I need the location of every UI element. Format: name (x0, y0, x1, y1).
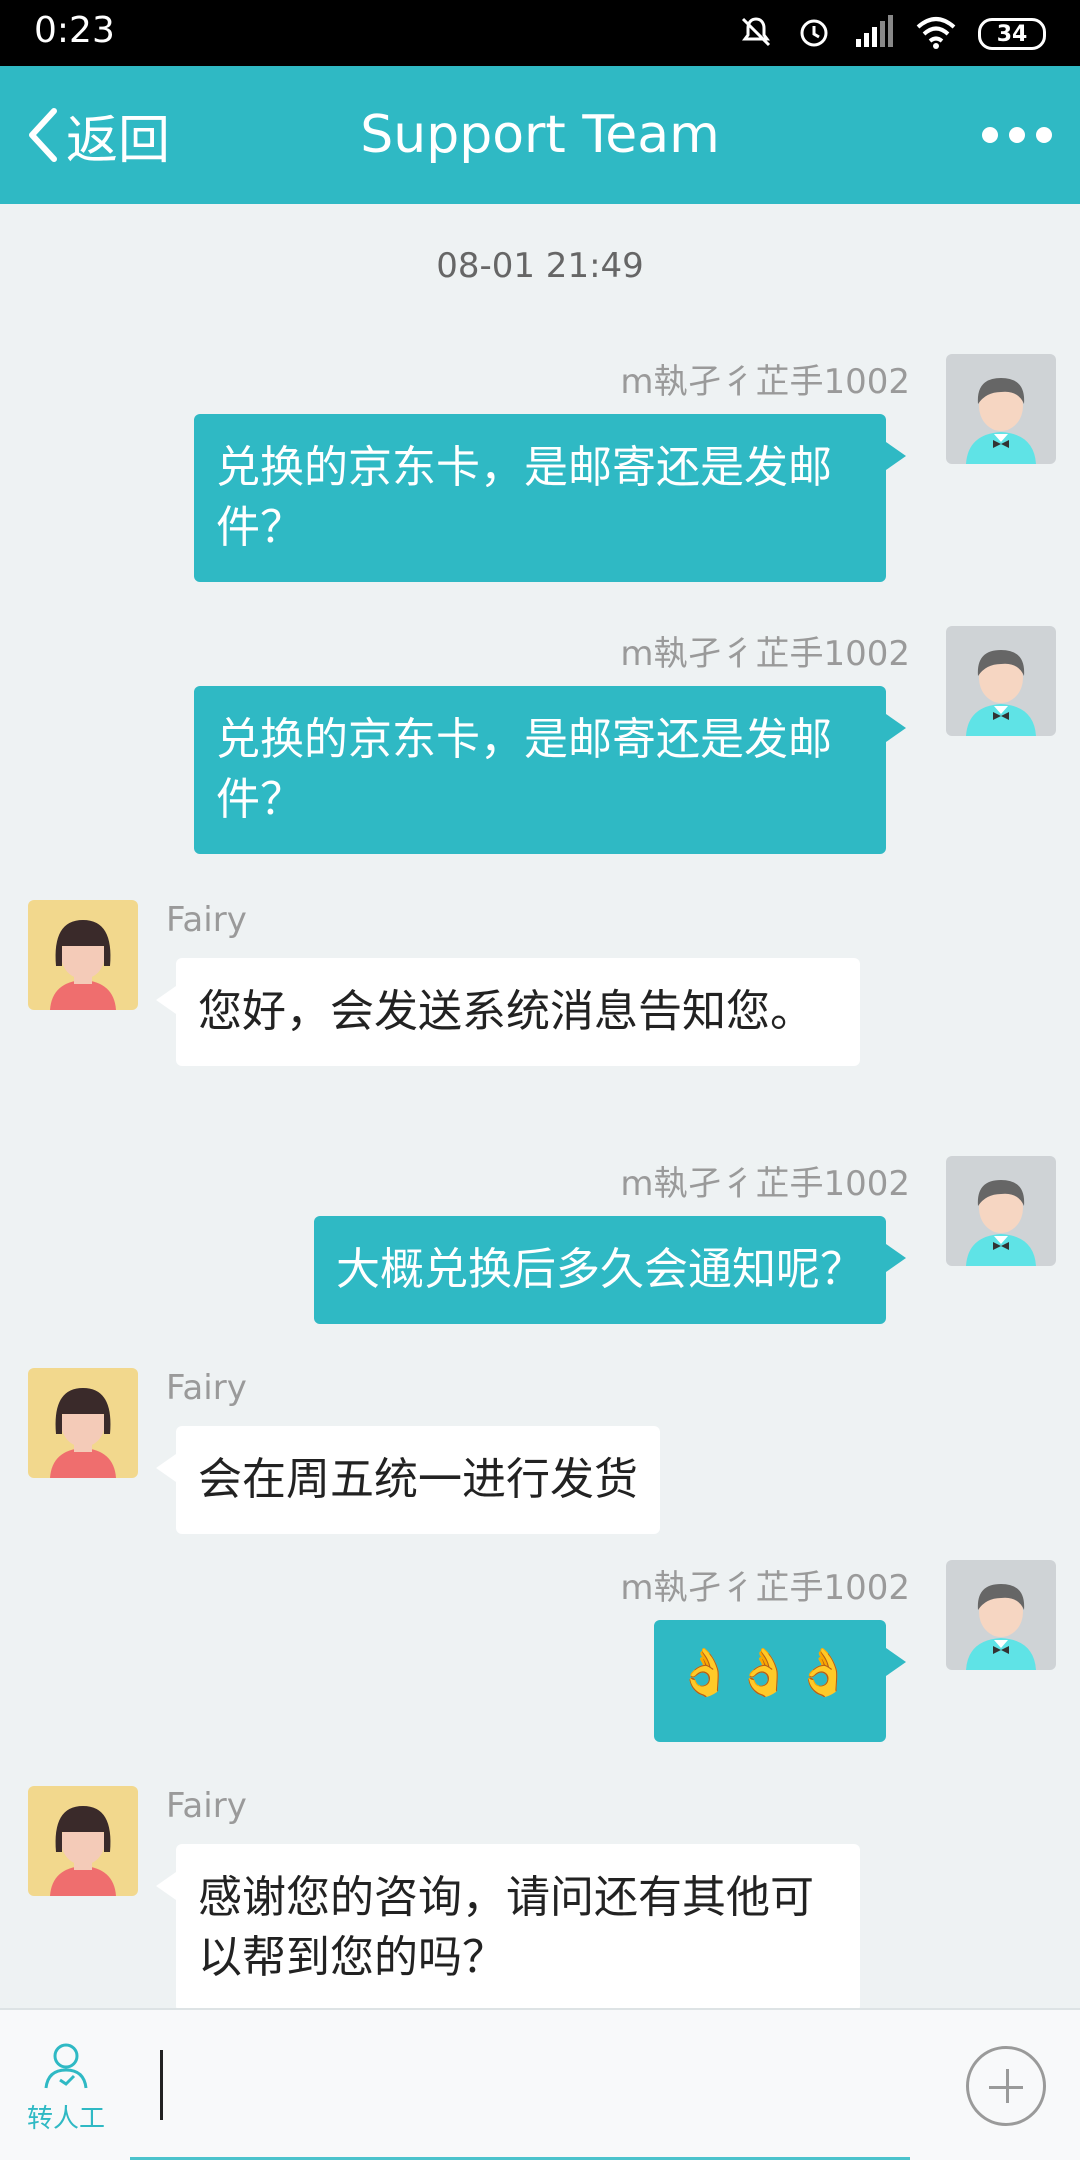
ok-hand-emoji: 👌👌👌 (676, 1645, 854, 1699)
sender-name: m執孑彳芷手1002 (620, 362, 910, 402)
wifi-icon (916, 15, 956, 53)
status-icons: 34 (738, 14, 1046, 54)
sender-name: Fairy (166, 1786, 247, 1826)
message-bubble-outgoing[interactable]: 大概兑换后多久会通知呢？ (314, 1216, 906, 1324)
message-bubble-incoming[interactable]: 感谢您的咨询，请问还有其他可以帮到您的吗？ (156, 1844, 860, 2012)
user-avatar[interactable] (946, 1560, 1056, 1670)
user-avatar[interactable] (946, 354, 1056, 464)
message-bubble-outgoing[interactable]: 兑换的京东卡，是邮寄还是发邮件？ (194, 686, 906, 854)
message-bubble-incoming[interactable]: 您好，会发送系统消息告知您。 (156, 958, 860, 1066)
chat-area[interactable]: 08-01 21:49 m執孑彳芷手1002 兑换的京东卡，是邮寄还是发邮件？ … (0, 204, 1080, 2012)
sender-name: m執孑彳芷手1002 (620, 1164, 910, 1204)
back-button[interactable]: 返回 (24, 66, 170, 204)
message-bubble-outgoing[interactable]: 👌👌👌 (654, 1620, 906, 1742)
user-avatar[interactable] (946, 1156, 1056, 1266)
person-icon (44, 2043, 88, 2089)
user-avatar[interactable] (946, 626, 1056, 736)
message-bubble-incoming[interactable]: 会在周五统一进行发货 (156, 1426, 660, 1534)
add-attachment-button[interactable] (966, 2046, 1046, 2126)
status-bar: 0:23 34 (0, 0, 1080, 66)
transfer-to-human-button[interactable]: 转人工 (18, 2040, 114, 2140)
agent-avatar[interactable] (28, 1786, 138, 1896)
message-bubble-outgoing[interactable]: 兑换的京东卡，是邮寄还是发邮件？ (194, 414, 906, 582)
mute-icon (738, 14, 774, 54)
chat-timestamp: 08-01 21:49 (436, 246, 644, 286)
agent-avatar[interactable] (28, 900, 138, 1010)
signal-icon (854, 15, 894, 53)
header: 返回 Support Team (0, 66, 1080, 204)
chevron-left-icon (29, 108, 57, 162)
sender-name: m執孑彳芷手1002 (620, 634, 910, 674)
sender-name: Fairy (166, 1368, 247, 1408)
status-time: 0:23 (34, 10, 115, 51)
message-input[interactable] (130, 2030, 910, 2160)
alarm-icon (796, 14, 832, 54)
text-cursor (160, 2050, 163, 2120)
transfer-to-human-label: 转人工 (26, 2104, 105, 2134)
battery-icon: 34 (978, 18, 1046, 50)
sender-name: Fairy (166, 900, 247, 940)
back-label: 返回 (66, 110, 171, 171)
agent-avatar[interactable] (28, 1368, 138, 1478)
input-bar: 转人工 (0, 2008, 1080, 2160)
sender-name: m執孑彳芷手1002 (620, 1568, 910, 1608)
more-dots-icon[interactable] (982, 112, 1052, 158)
